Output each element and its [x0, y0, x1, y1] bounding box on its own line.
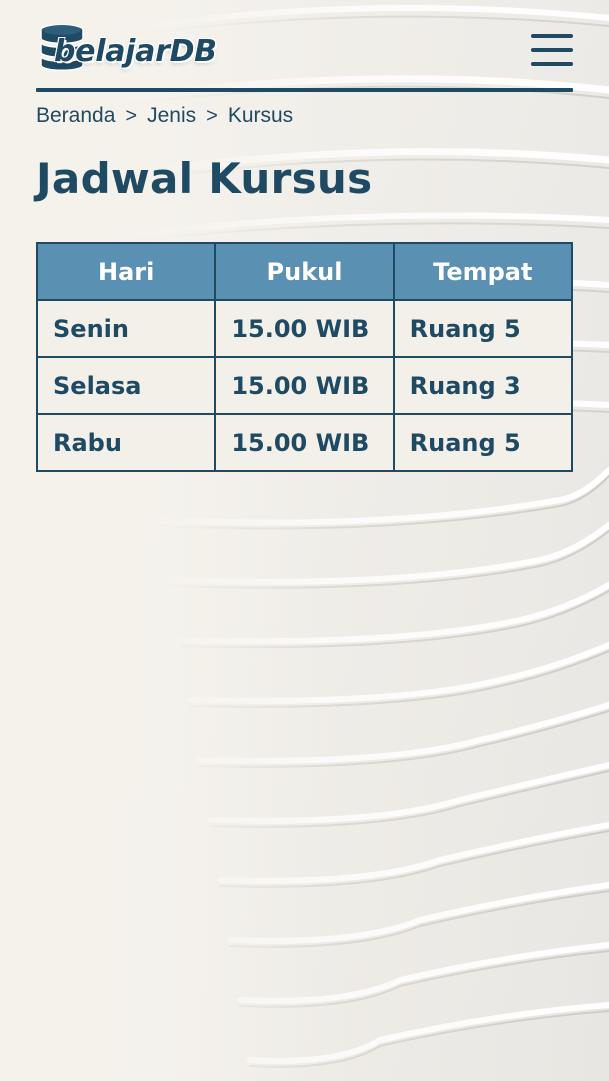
column-header-tempat: Tempat: [392, 242, 574, 301]
schedule-table: Hari Pukul Tempat Senin 15.00 WIB Ruang …: [35, 242, 574, 472]
table-cell-pukul: 15.00 WIB: [214, 356, 395, 415]
breadcrumb-item-jenis[interactable]: Jenis: [147, 104, 196, 128]
breadcrumb-item-beranda[interactable]: Beranda: [36, 104, 115, 128]
hamburger-menu-icon[interactable]: [531, 34, 573, 68]
table-cell-hari: Rabu: [35, 413, 217, 472]
page-title: Jadwal Kursus: [36, 154, 373, 203]
brand-logo[interactable]: belajarDB: [38, 20, 228, 76]
breadcrumb-separator: >: [206, 104, 218, 127]
navbar: belajarDB: [36, 18, 573, 94]
table-row: Rabu 15.00 WIB Ruang 5: [35, 413, 574, 472]
table-cell-tempat: Ruang 5: [392, 413, 574, 472]
table-cell-hari: Selasa: [35, 356, 217, 415]
header-divider: [36, 88, 573, 92]
breadcrumb: Beranda > Jenis > Kursus: [36, 101, 293, 131]
column-header-hari: Hari: [35, 242, 217, 301]
breadcrumb-separator: >: [125, 104, 138, 127]
table-header-row: Hari Pukul Tempat: [35, 242, 574, 301]
page: belajarDB Beranda > Jenis > Kursus Jadwa…: [0, 0, 609, 1081]
table-cell-tempat: Ruang 5: [392, 299, 574, 358]
table-cell-pukul: 15.00 WIB: [214, 413, 395, 472]
table-cell-hari: Senin: [35, 299, 217, 358]
table-row: Selasa 15.00 WIB Ruang 3: [35, 356, 574, 415]
breadcrumb-item-kursus: Kursus: [227, 104, 294, 127]
table-cell-pukul: 15.00 WIB: [214, 299, 395, 358]
table-cell-tempat: Ruang 3: [392, 356, 574, 415]
table-row: Senin 15.00 WIB Ruang 5: [35, 299, 574, 358]
logo-text: belajarDB: [54, 34, 217, 69]
column-header-pukul: Pukul: [214, 242, 395, 301]
